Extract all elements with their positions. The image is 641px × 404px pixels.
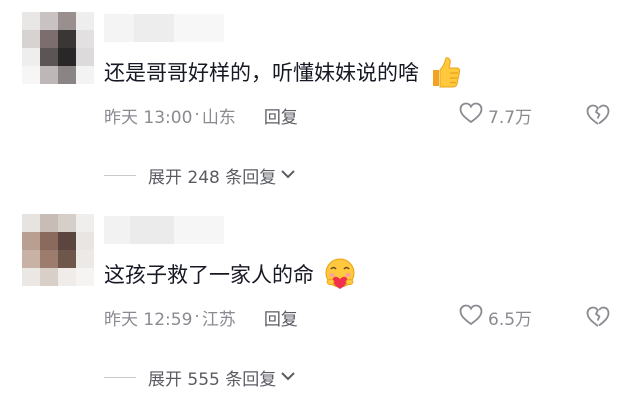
comment-item: 这孩子救了一家人的命 昨天 12:59 · 江苏 回复 6.5万 展开 555 …	[0, 202, 641, 404]
avatar-pixel	[40, 268, 58, 286]
avatar-pixel	[58, 250, 76, 268]
avatar-pixel	[76, 268, 94, 286]
avatar-pixel	[76, 232, 94, 250]
meta-separator: ·	[194, 307, 200, 327]
thumbs-up-emoji-icon	[427, 54, 463, 90]
avatar-pixel	[58, 268, 76, 286]
reply-button[interactable]: 回复	[264, 305, 298, 330]
comment-time: 昨天 12:59	[104, 309, 193, 330]
comment-meta: 昨天 12:59 · 江苏 回复	[104, 303, 298, 331]
avatar-pixel	[22, 66, 40, 84]
avatar-pixel	[22, 268, 40, 286]
avatar-pixel	[40, 12, 58, 30]
comment-time: 昨天 13:00	[104, 107, 193, 128]
avatar-pixel	[40, 48, 58, 66]
avatar-pixel	[76, 66, 94, 84]
avatar-pixel	[22, 232, 40, 250]
avatar-pixel	[22, 30, 40, 48]
divider-line	[104, 376, 136, 378]
avatar-pixel	[40, 214, 58, 232]
like-button[interactable]: 7.7万	[458, 101, 532, 129]
like-count: 7.7万	[488, 107, 533, 128]
avatar-pixel	[58, 12, 76, 30]
avatar[interactable]	[22, 214, 94, 286]
divider-line	[104, 174, 136, 176]
comment-text: 这孩子救了一家人的命	[104, 263, 314, 287]
avatar-pixel	[40, 232, 58, 250]
like-button[interactable]: 6.5万	[458, 303, 532, 331]
comment-location: 江苏	[201, 309, 236, 330]
chevron-down-icon	[280, 165, 296, 185]
comment-meta: 昨天 13:00 · 山东 回复	[104, 101, 298, 129]
comment-text-row: 这孩子救了一家人的命	[104, 254, 358, 294]
expand-replies-button[interactable]: 展开 248 条回复	[104, 161, 296, 189]
smiling-face-with-heart-emoji-icon	[322, 256, 358, 292]
avatar-pixel	[40, 30, 58, 48]
avatar-pixel	[58, 48, 76, 66]
avatar-pixel	[76, 214, 94, 232]
comment-location: 山东	[201, 107, 236, 128]
avatar-pixel	[22, 214, 40, 232]
avatar-pixel	[76, 48, 94, 66]
meta-separator: ·	[194, 105, 200, 125]
avatar-pixel	[58, 66, 76, 84]
comment-item: 还是哥哥好样的，听懂妹妹说的啥 昨天 13:00 · 山东 回复 7.7万 展开…	[0, 0, 641, 202]
avatar-pixel	[22, 48, 40, 66]
heart-outline-icon	[458, 101, 488, 130]
avatar-pixel	[22, 250, 40, 268]
avatar-pixel	[22, 12, 40, 30]
expand-replies-button[interactable]: 展开 555 条回复	[104, 363, 296, 391]
avatar-pixel	[58, 214, 76, 232]
comment-text: 还是哥哥好样的，听懂妹妹说的啥	[104, 61, 419, 85]
username-blurred[interactable]	[104, 216, 224, 244]
avatar-pixel	[76, 250, 94, 268]
avatar-pixel	[58, 232, 76, 250]
avatar-pixel	[40, 66, 58, 84]
broken-heart-icon[interactable]	[585, 102, 611, 128]
broken-heart-icon[interactable]	[585, 304, 611, 330]
chevron-down-icon	[280, 367, 296, 387]
expand-replies-label: 展开 248 条回复	[148, 167, 277, 188]
like-count: 6.5万	[488, 309, 533, 330]
expand-replies-label: 展开 555 条回复	[148, 369, 277, 390]
avatar[interactable]	[22, 12, 94, 84]
username-blurred[interactable]	[104, 14, 224, 42]
avatar-pixel	[76, 12, 94, 30]
avatar-pixel	[76, 30, 94, 48]
avatar-pixel	[40, 250, 58, 268]
reply-button[interactable]: 回复	[264, 103, 298, 128]
heart-outline-icon	[458, 303, 488, 332]
comment-text-row: 还是哥哥好样的，听懂妹妹说的啥	[104, 52, 463, 92]
avatar-pixel	[58, 30, 76, 48]
